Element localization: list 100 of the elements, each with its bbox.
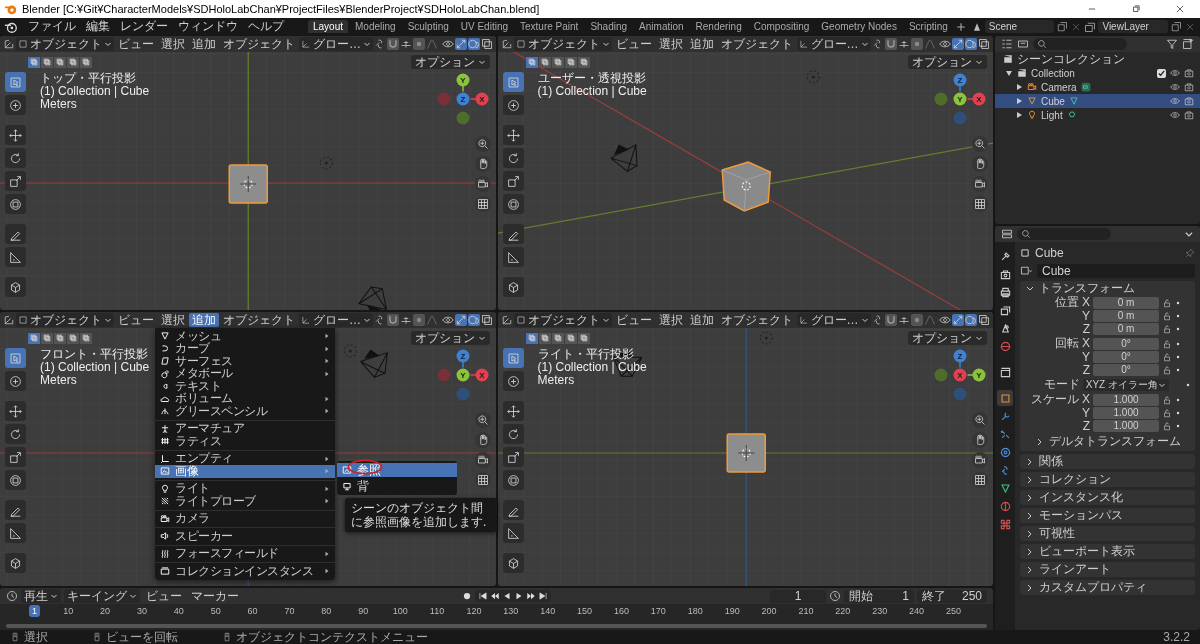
menu-item[interactable]: グリースペンシル	[155, 405, 335, 418]
workspace-tab[interactable]: Rendering	[690, 20, 747, 33]
playhead[interactable]: 1	[29, 605, 40, 617]
menu-item[interactable]: スピーカー	[155, 530, 335, 543]
subpanel-title[interactable]: デルタトランスフォーム	[1049, 433, 1181, 450]
workspace-tab[interactable]: Scripting	[903, 20, 953, 33]
outliner-item[interactable]: シーンコレクション	[1017, 50, 1125, 68]
menu-item[interactable]: 選択	[158, 313, 188, 327]
viewport[interactable]: オブジェクト ビュー 選択 追加 オブジェクト グロー… オプション ユーザー・透視投影 (1) Collection | Cube Z Y X	[497, 36, 993, 310]
menu-item[interactable]: フォースフィールド	[155, 547, 335, 560]
number-field[interactable]: 0°	[1093, 350, 1159, 363]
menu-item[interactable]: オブジェクト	[717, 37, 796, 51]
menu-item[interactable]: 画像	[155, 465, 335, 478]
outliner-row[interactable]: Camera	[995, 80, 1200, 94]
menu-item[interactable]: オブジェクト	[220, 313, 298, 327]
viewport[interactable]: オブジェクト ビュー 選択 追加 オブジェクト グロー… オプション トップ・平行投影 (1) Collection | Cube Meters Y Z X	[0, 36, 496, 310]
axis-handle[interactable]: Y	[953, 92, 967, 106]
panel-header[interactable]: 可視性	[1020, 526, 1195, 541]
menu-item[interactable]: ファイル	[24, 18, 80, 35]
outliner-row[interactable]: Light	[995, 108, 1200, 122]
number-field[interactable]: 1.000	[1093, 406, 1159, 419]
options-dropdown[interactable]: オプション	[410, 331, 490, 345]
axis-handle[interactable]: X	[953, 368, 967, 382]
menu-item[interactable]: 追加	[686, 37, 717, 51]
panel-header[interactable]: モーションパス	[1020, 508, 1195, 523]
menu-item[interactable]: ウィンドウ	[174, 18, 242, 35]
panel-header[interactable]: インスタンス化	[1020, 490, 1195, 505]
mode-dropdown[interactable]: オブジェクト	[16, 313, 114, 327]
menu-item[interactable]: ライトプローブ	[155, 495, 335, 508]
orientation-dropdown[interactable]: グロー…	[796, 37, 871, 51]
menu-item[interactable]: 追加	[686, 313, 717, 327]
options-dropdown[interactable]: オプション	[410, 55, 490, 69]
menu-item[interactable]: アーマチュア	[155, 422, 335, 435]
menu-item[interactable]: カメラ	[155, 512, 335, 525]
axis-handle[interactable]: Z	[456, 92, 469, 106]
menu-item[interactable]: キーイング	[64, 589, 140, 603]
scene-field[interactable]: Scene	[984, 20, 1055, 33]
rotation-mode-dropdown[interactable]: XYZ オイラー角	[1082, 378, 1169, 391]
workspace-tab[interactable]: Animation	[634, 20, 689, 33]
number-field[interactable]: 0°	[1093, 337, 1159, 350]
menu-item[interactable]: 背	[337, 479, 457, 493]
menu-item[interactable]: マーカー	[188, 589, 242, 603]
menu-item[interactable]: 選択	[655, 313, 686, 327]
workspace-tab[interactable]: Layout	[308, 20, 349, 33]
workspace-tab[interactable]: Modeling	[350, 20, 401, 33]
panel-header[interactable]: カスタムプロパティ	[1020, 580, 1195, 595]
menu-item[interactable]: 追加	[189, 313, 219, 327]
menu-item[interactable]: ビュー	[612, 37, 655, 51]
menu-item[interactable]: 選択	[158, 37, 188, 51]
end-frame-field[interactable]: 終了 250	[917, 589, 987, 603]
viewport[interactable]: オブジェクト ビュー 選択 追加 オブジェクト グロー… オプション ライト・平行投影 (1) Collection | Cube Meters Z X Y	[497, 312, 993, 586]
panel-header[interactable]: ビューポート表示	[1020, 544, 1195, 559]
workspace-tab[interactable]: UV Editing	[455, 20, 513, 33]
number-field[interactable]: 0 m	[1093, 322, 1159, 335]
menu-item[interactable]: ライト	[155, 482, 335, 495]
orientation-dropdown[interactable]: グロー…	[299, 37, 373, 51]
panel-header[interactable]: コレクション	[1020, 472, 1195, 487]
menu-item[interactable]: ビュー	[115, 37, 157, 51]
number-field[interactable]: 0 m	[1093, 296, 1159, 309]
menu-item[interactable]: オブジェクト	[220, 37, 298, 51]
start-frame-field[interactable]: 開始 1	[844, 589, 914, 603]
workspace-tab[interactable]: Compositing	[748, 20, 815, 33]
menu-item[interactable]: ラティス	[155, 435, 335, 448]
mode-dropdown[interactable]: オブジェクト	[513, 37, 612, 51]
mode-dropdown[interactable]: オブジェクト	[513, 313, 612, 327]
panel-title[interactable]: トランスフォーム	[1039, 280, 1135, 297]
options-dropdown[interactable]: オプション	[908, 55, 987, 69]
orientation-dropdown[interactable]: グロー…	[299, 313, 373, 327]
menu-item[interactable]: メタボール	[155, 367, 335, 380]
panel-header[interactable]: ラインアート	[1020, 562, 1195, 577]
workspace-tab[interactable]: Sculpting	[402, 20, 454, 33]
menu-item[interactable]: ヘルプ	[244, 18, 288, 35]
outliner-item[interactable]: Collection	[1031, 67, 1075, 79]
menu-item[interactable]: メッシュ	[155, 330, 335, 343]
orientation-dropdown[interactable]: グロー…	[796, 313, 871, 327]
workspace-tab[interactable]: Shading	[585, 20, 633, 33]
number-field[interactable]: 1.000	[1093, 393, 1159, 406]
menu-item[interactable]: テキスト	[155, 380, 335, 393]
number-field[interactable]: 0 m	[1093, 309, 1159, 322]
menu-item[interactable]: レンダー	[116, 18, 172, 35]
menu-item[interactable]: 選択	[655, 37, 686, 51]
number-field[interactable]: 1.000	[1093, 419, 1159, 432]
outliner-row[interactable]: Cube	[995, 94, 1200, 108]
menu-item[interactable]: ボリューム	[155, 392, 335, 405]
axis-handle[interactable]: Y	[456, 368, 469, 382]
options-dropdown[interactable]: オプション	[908, 331, 987, 345]
workspace-tab[interactable]: Geometry Nodes	[816, 20, 902, 33]
menu-item[interactable]: ビュー	[115, 313, 157, 327]
menu-item[interactable]: ビュー	[143, 589, 185, 603]
current-frame-field[interactable]: 1	[770, 589, 826, 603]
menu-item[interactable]: オブジェクト	[717, 313, 796, 327]
name-field[interactable]: Cube	[1037, 263, 1195, 278]
mode-dropdown[interactable]: オブジェクト	[16, 37, 114, 51]
menu-item[interactable]: コレクションインスタンス	[155, 565, 335, 578]
view-layer-field[interactable]: ViewLayer	[1098, 20, 1168, 33]
menu-item[interactable]: エンプティ	[155, 452, 335, 465]
panel-header[interactable]: 関係	[1020, 454, 1195, 469]
menu-item[interactable]: 追加	[189, 37, 219, 51]
menu-item[interactable]: カーブ	[155, 342, 335, 355]
number-field[interactable]: 0°	[1093, 363, 1159, 376]
